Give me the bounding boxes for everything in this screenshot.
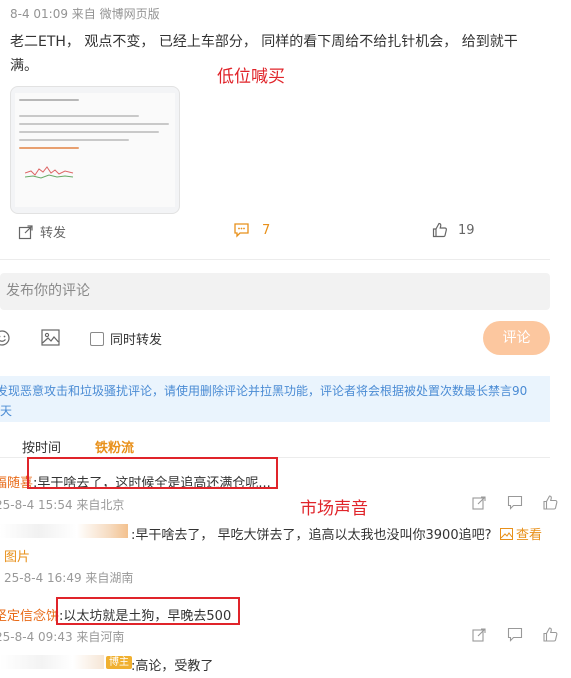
image-icon <box>500 527 513 540</box>
comment-2-avatar[interactable] <box>0 524 128 538</box>
comment-2-meta: 25-8-4 16:49 来自湖南 <box>4 571 134 585</box>
annotation-market-voice: 市场声音 <box>300 499 368 519</box>
share-icon[interactable] <box>472 627 487 642</box>
reply-icon[interactable] <box>507 495 523 510</box>
comment-icon <box>234 223 249 238</box>
thumbs-up-icon[interactable] <box>543 495 558 510</box>
like-button[interactable]: 19 <box>432 222 475 238</box>
submit-comment-button[interactable]: 评论 <box>483 321 550 355</box>
comment-3-meta: 25-8-4 09:43 来自河南 <box>0 630 125 644</box>
highlight-box-2 <box>56 597 240 625</box>
comment-input[interactable]: 发布你的评论 <box>0 273 550 310</box>
also-repost-checkbox[interactable]: 同时转发 <box>90 329 162 348</box>
chart-thumbnail-icon <box>25 166 74 179</box>
like-count: 19 <box>458 222 475 238</box>
also-repost-label: 同时转发 <box>110 333 163 348</box>
image-upload-button[interactable] <box>41 329 60 346</box>
comment-1-actions <box>472 495 558 510</box>
checkbox-box[interactable] <box>90 331 104 346</box>
tab-fans-flow[interactable]: 铁粉流 <box>95 437 134 456</box>
reply-icon[interactable] <box>507 627 523 642</box>
post-image[interactable] <box>10 86 180 214</box>
share-icon[interactable] <box>472 495 487 510</box>
tab-by-time[interactable]: 按时间 <box>22 437 61 456</box>
view-image-label: 查看 <box>516 528 543 543</box>
comment-4-text: :高论，受教了 <box>131 659 214 674</box>
notice-line2: 天 <box>0 404 13 418</box>
comment-1-meta: 25-8-4 15:54 来自北京 <box>0 498 125 512</box>
moderation-notice: 发现恶意攻击和垃圾骚扰评论，请使用删除评论并拉黑功能，评论者将会根据被处置次数最… <box>0 376 550 422</box>
comment-count-button[interactable]: 7 <box>233 222 270 238</box>
repost-label: 转发 <box>40 226 67 241</box>
notice-line1: 发现恶意攻击和垃圾骚扰评论，请使用删除评论并拉黑功能，评论者将会根据被处置次数最… <box>0 384 528 398</box>
annotation-low-buy: 低位喊买 <box>217 67 285 87</box>
thumbs-up-icon <box>432 222 447 238</box>
view-image-link-cont[interactable]: 图片 <box>4 546 30 565</box>
thumbs-up-icon[interactable] <box>543 627 558 642</box>
blogger-badge: 博主 <box>106 656 132 669</box>
post-image-content <box>15 93 175 207</box>
repost-button[interactable]: 转发 <box>18 222 66 241</box>
comment-count: 7 <box>262 222 271 238</box>
emoji-button[interactable] <box>0 330 10 346</box>
comment-3-user[interactable]: 坚定信念饼 <box>0 609 59 624</box>
comment-4-avatar[interactable] <box>0 655 104 669</box>
divider <box>0 259 550 260</box>
emoji-icon <box>0 330 10 346</box>
view-image-link[interactable]: 查看 <box>500 524 542 543</box>
post-text: 老二ETH， 观点不变， 已经上车部分， 同样的看下周给不给扎针机会， 给到就干… <box>10 30 566 78</box>
repost-icon <box>18 224 33 239</box>
comment-3-actions <box>472 627 558 642</box>
comment-2-text: :早干啥去了， 早吃大饼去了，追高以太我也没叫你3900追吧? <box>131 528 492 543</box>
post-text-line1: 老二ETH， 观点不变， 已经上车部分， 同样的看下周给不给扎针机会， 给到就干 <box>10 34 518 50</box>
image-icon <box>41 329 60 346</box>
post-text-line2: 满。 <box>10 58 38 74</box>
highlight-box-1 <box>27 457 278 489</box>
post-meta: 8-4 01:09 来自 微博网页版 <box>10 7 160 21</box>
